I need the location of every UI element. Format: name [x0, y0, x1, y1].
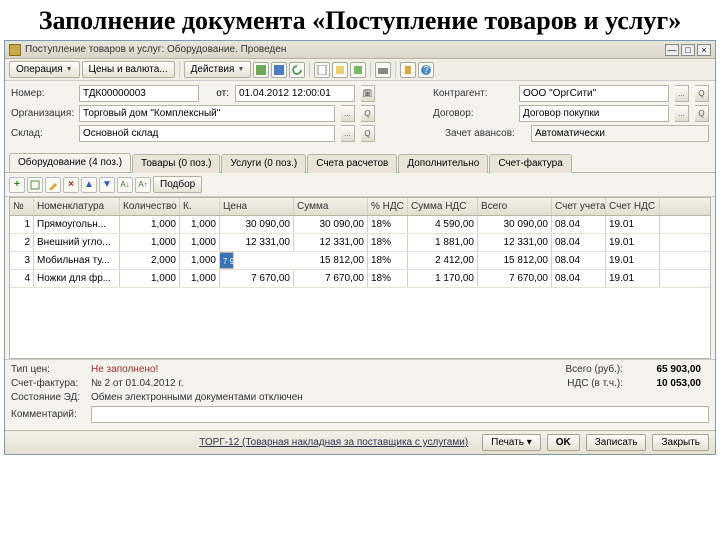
warehouse-select-button[interactable]: ... [341, 125, 355, 142]
basedon-icon[interactable] [332, 62, 348, 78]
table-row[interactable]: 3Мобильная ту...2,0001,0007 906,0015 812… [10, 252, 710, 270]
offset-input[interactable]: Автоматически [531, 125, 709, 142]
maximize-button[interactable]: □ [681, 44, 695, 56]
window-title: Поступление товаров и услуг: Оборудовани… [25, 44, 663, 55]
tab-services[interactable]: Услуги (0 поз.) [221, 154, 306, 173]
org-open-button[interactable]: Q [361, 105, 375, 122]
vat-label: НДС (в т.ч.): [567, 378, 623, 389]
contract-open-button[interactable]: Q [695, 105, 709, 122]
help-icon[interactable]: ? [418, 62, 434, 78]
offset-label: Зачет авансов: [445, 128, 525, 139]
add-row-button[interactable]: + [9, 177, 25, 193]
ok-button[interactable]: OK [547, 434, 580, 451]
contragent-select-button[interactable]: ... [675, 85, 689, 102]
write-button[interactable]: Записать [586, 434, 647, 451]
invoice-label: Счет-фактура: [11, 378, 91, 389]
grid-empty-area[interactable] [10, 288, 710, 358]
invoice-value: № 2 от 01.04.2012 г. [91, 378, 184, 389]
move-up-button[interactable]: ▲ [81, 177, 97, 193]
command-bar: ТОРГ-12 (Товарная накладная за поставщик… [5, 430, 715, 454]
minimize-button[interactable]: — [665, 44, 679, 56]
move-down-button[interactable]: ▼ [99, 177, 115, 193]
items-grid[interactable]: №НоменклатураКоличествоК.ЦенаСумма% НДСС… [9, 197, 711, 359]
podbor-button[interactable]: Подбор [153, 176, 202, 193]
warehouse-input[interactable]: Основной склад [79, 125, 335, 142]
total-value: 65 903,00 [631, 364, 701, 375]
org-select-button[interactable]: ... [341, 105, 355, 122]
number-input[interactable]: ТДК00000003 [79, 85, 199, 102]
total-label: Всего (руб.): [565, 364, 623, 375]
vat-value: 10 053,00 [631, 378, 701, 389]
tab-goods[interactable]: Товары (0 поз.) [132, 154, 220, 173]
contract-input[interactable]: Договор покупки [519, 105, 669, 122]
footer-form: Тип цен: Не заполнено! Всего (руб.): 65 9… [5, 359, 715, 430]
table-row[interactable]: 4Ножки для фр...1,0001,0007 670,007 670,… [10, 270, 710, 288]
number-label: Номер: [11, 88, 73, 99]
close-button[interactable]: × [697, 44, 711, 56]
prices-button[interactable]: Цены и валюта... [82, 61, 175, 78]
print-button[interactable]: Печать ▾ [482, 434, 541, 451]
date-input[interactable]: 01.04.2012 12:00:01 [235, 85, 355, 102]
org-input[interactable]: Торговый дом "Комплексный" [79, 105, 335, 122]
pricetype-value: Не заполнено! [91, 364, 158, 375]
org-label: Организация: [11, 108, 73, 119]
structure-icon[interactable] [350, 62, 366, 78]
contragent-open-button[interactable]: Q [695, 85, 709, 102]
save-icon[interactable] [271, 62, 287, 78]
date-picker-button[interactable]: 🗓 [361, 85, 375, 102]
edo-value: Обмен электронными документами отключен [91, 392, 303, 403]
close-cmd-button[interactable]: Закрыть [652, 434, 709, 451]
tab-additional[interactable]: Дополнительно [398, 154, 488, 173]
torg-link[interactable]: ТОРГ-12 (Товарная накладная за поставщик… [199, 437, 468, 448]
header-form: Номер: ТДК00000003 от: 01.04.2012 12:00:… [5, 81, 715, 149]
from-label: от: [205, 88, 229, 99]
pricetype-label: Тип цен: [11, 364, 91, 375]
document-icon [9, 44, 21, 56]
grid-header: №НоменклатураКоличествоК.ЦенаСумма% НДСС… [10, 198, 710, 216]
comment-input[interactable] [91, 406, 709, 423]
refresh-icon[interactable] [289, 62, 305, 78]
tab-bar: Оборудование (4 поз.) Товары (0 поз.) Ус… [5, 153, 715, 173]
comment-label: Комментарий: [11, 409, 91, 420]
warehouse-open-button[interactable]: Q [361, 125, 375, 142]
tab-accounts[interactable]: Счета расчетов [307, 154, 397, 173]
titlebar: Поступление товаров и услуг: Оборудовани… [5, 41, 715, 59]
operation-menu[interactable]: Операция▼ [9, 61, 80, 78]
grid-toolbar: + × ▲ ▼ A↓ A↑ Подбор [5, 173, 715, 197]
sort-desc-button[interactable]: A↑ [135, 177, 151, 193]
contragent-label: Контрагент: [433, 88, 513, 99]
table-row[interactable]: 2Внешний угло...1,0001,00012 331,0012 33… [10, 234, 710, 252]
post-icon[interactable] [253, 62, 269, 78]
insert-row-button[interactable] [27, 177, 43, 193]
contract-select-button[interactable]: ... [675, 105, 689, 122]
svg-text:?: ? [424, 65, 430, 76]
actions-menu[interactable]: Действия▼ [184, 61, 252, 78]
edo-label: Состояние ЭД: [11, 392, 91, 403]
app-window: Поступление товаров и услуг: Оборудовани… [4, 40, 716, 455]
delete-row-button[interactable]: × [63, 177, 79, 193]
tab-equipment[interactable]: Оборудование (4 поз.) [9, 153, 131, 172]
report-icon[interactable] [314, 62, 330, 78]
print-icon[interactable] [375, 62, 391, 78]
edit-row-button[interactable] [45, 177, 61, 193]
table-row[interactable]: 1Прямоугольн...1,0001,00030 090,0030 090… [10, 216, 710, 234]
sort-asc-button[interactable]: A↓ [117, 177, 133, 193]
attach-icon[interactable] [400, 62, 416, 78]
tab-invoice[interactable]: Счет-фактура [489, 154, 571, 173]
warehouse-label: Склад: [11, 128, 73, 139]
toolbar: Операция▼ Цены и валюта... Действия▼ ? [5, 59, 715, 81]
slide-title: Заполнение документа «Поступление товаро… [0, 0, 720, 40]
contract-label: Договор: [433, 108, 513, 119]
contragent-input[interactable]: ООО "ОргСити" [519, 85, 669, 102]
